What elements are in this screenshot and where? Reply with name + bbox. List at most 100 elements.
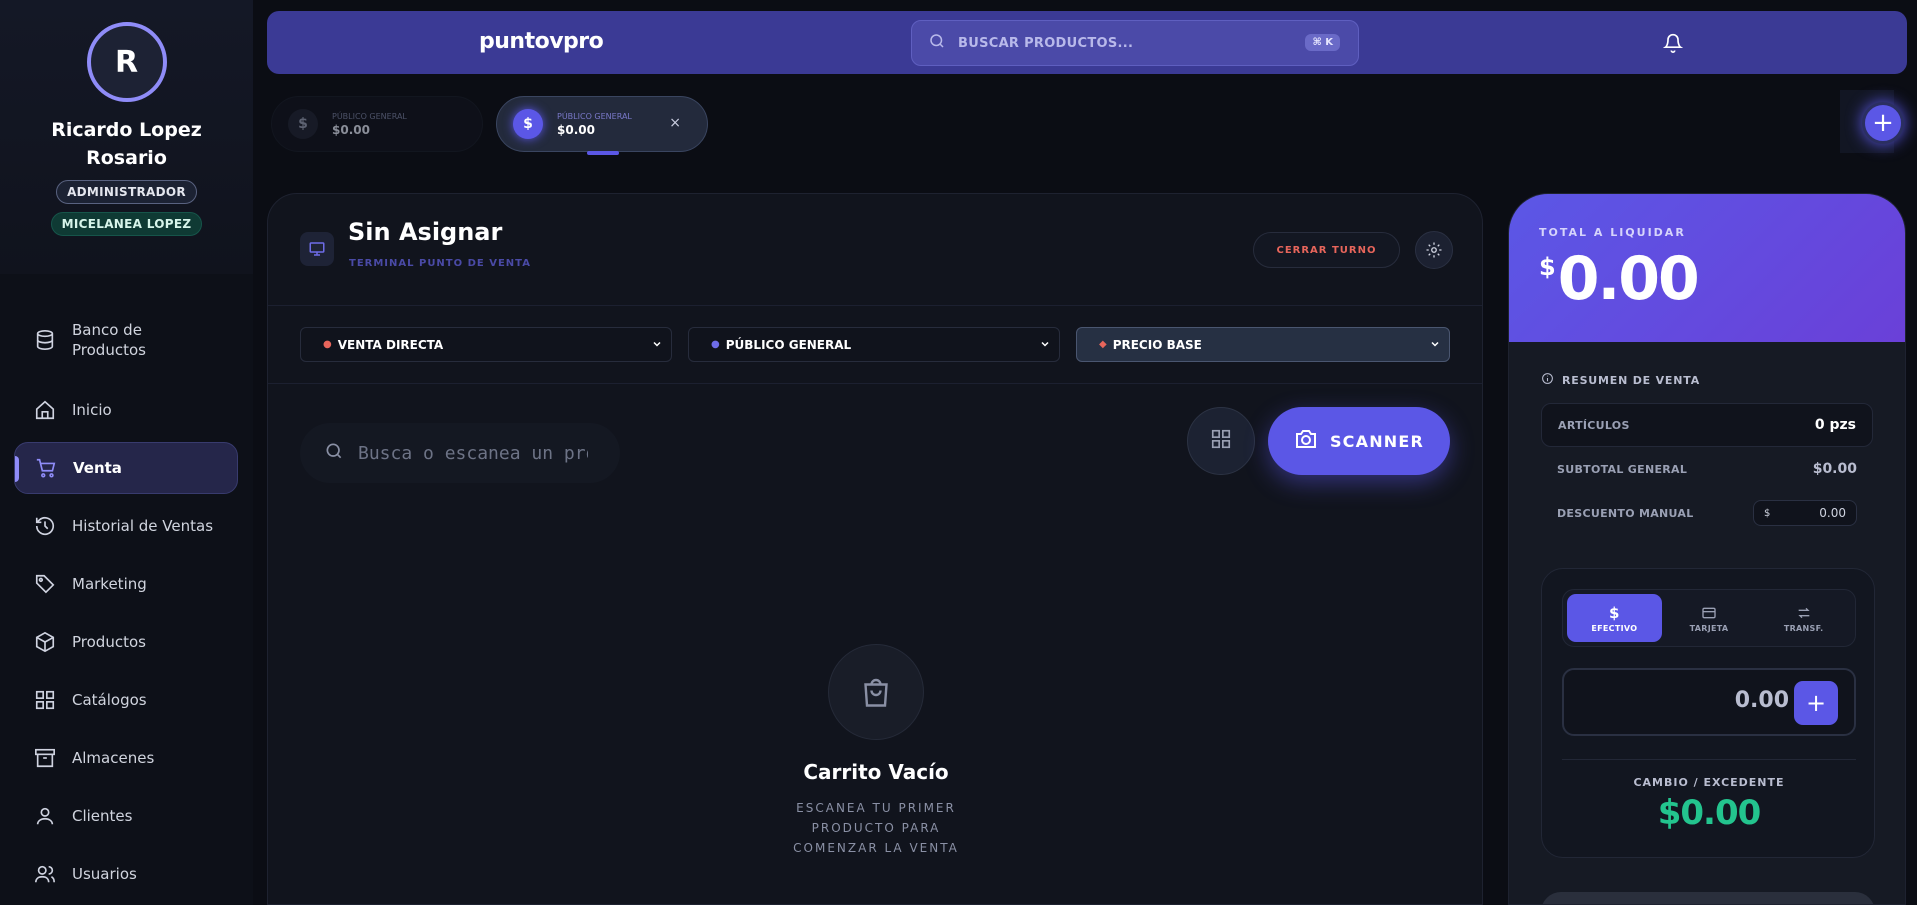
transfer-icon xyxy=(1796,604,1812,622)
payment-amount-input[interactable]: 0.00 + xyxy=(1562,668,1856,736)
user-icon xyxy=(34,805,56,827)
sale-tab-customer: PÚBLICO GENERAL xyxy=(557,111,632,121)
total-currency: $ xyxy=(1539,253,1556,281)
empty-cart-title: Carrito Vacío xyxy=(803,760,949,784)
home-icon xyxy=(34,399,56,421)
product-search-input[interactable] xyxy=(358,442,588,464)
sale-type-select[interactable]: ● VENTA DIRECTA xyxy=(300,327,672,362)
articles-value: 0 pzs xyxy=(1814,417,1856,433)
product-search[interactable] xyxy=(300,423,620,483)
sidebar-item-label: Banco de Productos xyxy=(72,321,146,359)
chevron-down-icon xyxy=(1039,338,1051,353)
chevron-down-icon xyxy=(1429,338,1441,353)
store-badge: MICELANEA LOPEZ xyxy=(50,212,203,236)
sidebar-item-usuarios[interactable]: Usuarios xyxy=(14,848,238,900)
shopping-bag-icon xyxy=(828,644,924,740)
sidebar-item-inicio[interactable]: Inicio xyxy=(14,384,238,436)
payment-method-card[interactable]: TARJETA xyxy=(1662,594,1757,642)
sidebar-item-banco-de-productos[interactable]: Banco de Productos xyxy=(14,310,238,370)
drop-icon: ● xyxy=(323,339,332,350)
sidebar-item-label: Almacenes xyxy=(72,749,155,767)
dollar-icon: $ xyxy=(1608,603,1620,622)
checkout-panel: TOTAL A LIQUIDAR $ 0.00 RESUMEN DE VENTA… xyxy=(1508,193,1906,905)
close-icon[interactable]: × xyxy=(669,115,681,131)
shortcut-hint: ⌘ K xyxy=(1305,34,1340,51)
payment-method-label: TARJETA xyxy=(1689,623,1729,633)
sidebar-item-venta[interactable]: Venta xyxy=(14,442,238,494)
articles-row: ARTÍCULOS 0 pzs xyxy=(1541,403,1873,447)
sidebar-item-label: Marketing xyxy=(72,575,147,593)
sale-summary: RESUMEN DE VENTA ARTÍCULOS 0 pzs SUBTOTA… xyxy=(1509,342,1905,535)
terminal-title: Sin Asignar xyxy=(348,218,503,246)
tag-icon: ◆ xyxy=(1099,339,1107,350)
scanner-label: SCANNER xyxy=(1329,431,1425,451)
avatar[interactable]: R xyxy=(86,22,167,102)
customer-select[interactable]: ● PÚBLICO GENERAL xyxy=(688,327,1060,362)
change-section: CAMBIO / EXCEDENTE $0.00 xyxy=(1562,759,1856,833)
sidebar-item-historial-de-ventas[interactable]: Historial de Ventas xyxy=(14,500,238,552)
gear-icon[interactable] xyxy=(1415,231,1453,269)
brand-logo[interactable]: puntovpro xyxy=(479,29,604,54)
sidebar-item-clientes[interactable]: Clientes xyxy=(14,790,238,842)
payment-method-label: TRANSF. xyxy=(1783,623,1824,633)
customer-value: PÚBLICO GENERAL xyxy=(725,337,852,352)
sale-tab-amount: $0.00 xyxy=(332,122,370,137)
sidebar-item-label: Venta xyxy=(73,459,122,477)
price-list-select[interactable]: ◆ PRECIO BASE xyxy=(1076,327,1450,362)
dollar-icon: $ xyxy=(513,109,543,139)
summary-header: RESUMEN DE VENTA xyxy=(1562,373,1701,387)
sale-panel: Sin Asignar TERMINAL PUNTO DE VENTA CERR… xyxy=(267,193,1483,905)
add-sale-tab-button[interactable]: + xyxy=(1862,102,1904,144)
tag-icon xyxy=(34,573,56,595)
sale-type-value: VENTA DIRECTA xyxy=(337,337,444,352)
total-amount: 0.00 xyxy=(1557,244,1700,314)
sidebar-item-label: Usuarios xyxy=(72,865,137,883)
sidebar-item-label: Catálogos xyxy=(72,691,147,709)
payment-amount-value: 0.00 xyxy=(1734,688,1789,713)
sidebar: R Ricardo Lopez Rosario ADMINISTRADOR MI… xyxy=(0,0,253,905)
sidebar-item-marketing[interactable]: Marketing xyxy=(14,558,238,610)
close-shift-button[interactable]: CERRAR TURNO xyxy=(1253,232,1400,268)
discount-label: DESCUENTO MANUAL xyxy=(1557,506,1694,520)
user-name: Ricardo Lopez Rosario xyxy=(51,119,202,169)
chevron-down-icon xyxy=(651,338,663,353)
price-list-value: PRECIO BASE xyxy=(1112,337,1202,352)
sidebar-item-label: Clientes xyxy=(72,807,133,825)
discount-currency: $ xyxy=(1764,507,1771,519)
sale-tab-customer: PÚBLICO GENERAL xyxy=(332,111,407,121)
catalog-grid-button[interactable] xyxy=(1187,407,1255,475)
bell-icon[interactable] xyxy=(1662,33,1684,57)
sidebar-item-label: Productos xyxy=(72,633,146,651)
sale-tab[interactable]: $ PÚBLICO GENERAL $0.00 xyxy=(271,96,483,152)
scanner-button[interactable]: SCANNER xyxy=(1268,407,1450,475)
users-icon xyxy=(34,863,56,885)
payment-methods: $ EFECTIVO TARJETA TRANSF. xyxy=(1562,589,1856,647)
subtotal-row: SUBTOTAL GENERAL $0.00 xyxy=(1541,447,1873,491)
subtotal-value: $0.00 xyxy=(1812,461,1857,477)
sidebar-item-productos[interactable]: Productos xyxy=(14,616,238,668)
sidebar-item-almacenes[interactable]: Almacenes xyxy=(14,732,238,784)
cart-icon xyxy=(35,457,57,479)
add-payment-button[interactable]: + xyxy=(1794,681,1838,725)
payment-box: $ EFECTIVO TARJETA TRANSF. 0.00 + CAMBIO… xyxy=(1541,568,1875,858)
user-icon: ● xyxy=(711,339,720,350)
sidebar-item-catalogos[interactable]: Catálogos xyxy=(14,674,238,726)
discount-input[interactable]: $ 0.00 xyxy=(1753,500,1857,526)
sale-filters: ● VENTA DIRECTA ● PÚBLICO GENERAL ◆ PREC… xyxy=(268,306,1482,384)
top-bar: puntovpro BUSCAR PRODUCTOS... ⌘ K xyxy=(267,11,1907,74)
payment-method-cash[interactable]: $ EFECTIVO xyxy=(1567,594,1662,642)
sale-tabs: $ PÚBLICO GENERAL $0.00 $ PÚBLICO GENERA… xyxy=(267,90,1907,155)
sale-tab-amount: $0.00 xyxy=(557,122,595,137)
checkout-button[interactable] xyxy=(1541,892,1875,904)
payment-method-transfer[interactable]: TRANSF. xyxy=(1756,594,1851,642)
search-icon xyxy=(928,32,946,54)
discount-value: 0.00 xyxy=(1819,506,1846,520)
search-placeholder: BUSCAR PRODUCTOS... xyxy=(958,35,1134,51)
history-icon xyxy=(34,515,56,537)
grid-icon xyxy=(1210,428,1232,454)
global-search[interactable]: BUSCAR PRODUCTOS... ⌘ K xyxy=(911,20,1359,66)
sidebar-nav: Banco de Productos Inicio Venta Historia… xyxy=(14,310,238,905)
sidebar-item-label: Inicio xyxy=(72,401,112,419)
total-header: TOTAL A LIQUIDAR $ 0.00 xyxy=(1509,194,1905,342)
sale-tab-active[interactable]: $ PÚBLICO GENERAL $0.00 × xyxy=(496,96,708,152)
